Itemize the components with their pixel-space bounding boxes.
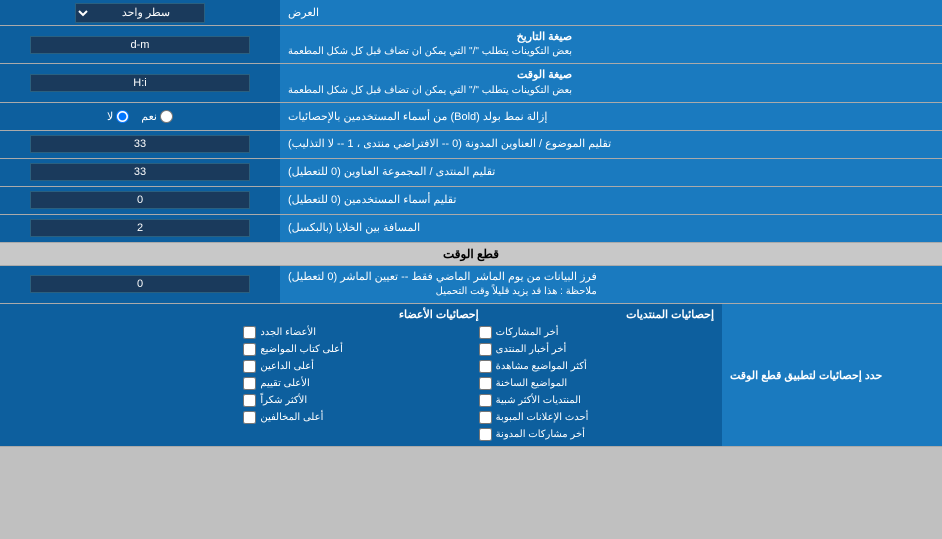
stat-col1-label-5: أحدث الإعلانات المبوبة <box>496 412 589 423</box>
stat-col1-item-2: أكثر المواضيع مشاهدة <box>479 359 714 374</box>
stat-col1-item-6: أخر مشاركات المدونة <box>479 427 714 442</box>
bold-radio-label: إزالة نمط بولد (Bold) من أسماء المستخدمي… <box>280 103 942 130</box>
date-format-sub: بعض التكوينات يتطلب "/" التي يمكن ان تضا… <box>288 45 572 59</box>
stat-col2-label-5: أعلى المخالفين <box>260 412 323 423</box>
stat-col2-cb-3[interactable] <box>243 377 256 390</box>
forum-per-page-row: تقليم المنتدى / المجموعة العناوين (0 للت… <box>0 159 942 187</box>
topics-per-page-row: تقليم الموضوع / العناوين المدونة (0 -- ا… <box>0 131 942 159</box>
cutoff-sub: ملاحظة : هذا قد يزيد قليلاً وقت التحميل <box>288 285 597 299</box>
cutoff-main: فرز البيانات من يوم الماشر الماضي فقط --… <box>288 270 597 285</box>
bold-radio-no[interactable] <box>116 110 129 123</box>
forum-per-page-input[interactable] <box>30 163 250 181</box>
cutoff-input-area <box>0 266 280 303</box>
date-format-input-area: d-m <box>0 26 280 63</box>
cutoff-label: فرز البيانات من يوم الماشر الماضي فقط --… <box>280 266 942 303</box>
stat-col2-cb-0[interactable] <box>243 326 256 339</box>
stat-col1-label-1: أخر أخبار المنتدى <box>496 344 567 355</box>
stats-col2-header: إحصائيات الأعضاء <box>243 308 478 323</box>
stats-col2: إحصائيات الأعضاء الأعضاء الجدد أعلى كتاب… <box>243 308 478 442</box>
stats-section-label: حدد إحصائيات لتطبيق قطع الوقت <box>722 304 942 446</box>
users-per-page-input[interactable] <box>30 191 250 209</box>
users-per-page-row: تقليم أسماء المستخدمين (0 للتعطيل) <box>0 187 942 215</box>
stat-col1-label-4: المنتديات الأكثر شبية <box>496 395 581 406</box>
stat-col2-cb-2[interactable] <box>243 360 256 373</box>
space-between-row: المسافة بين الخلايا (بالبكسل) <box>0 215 942 243</box>
stat-col2-label-1: أعلى كتاب المواضيع <box>260 344 343 355</box>
forum-per-page-label: تقليم المنتدى / المجموعة العناوين (0 للت… <box>280 159 942 186</box>
forum-per-page-input-area <box>0 159 280 186</box>
cutoff-row: فرز البيانات من يوم الماشر الماضي فقط --… <box>0 266 942 304</box>
cutoff-input[interactable] <box>30 275 250 293</box>
topics-per-page-input-area <box>0 131 280 158</box>
date-format-main: صيغة التاريخ <box>288 30 572 45</box>
space-between-input[interactable] <box>30 219 250 237</box>
date-format-row: صيغة التاريخ بعض التكوينات يتطلب "/" الت… <box>0 26 942 64</box>
stat-col2-label-2: أعلى الداعين <box>260 361 314 372</box>
stat-col2-item-0: الأعضاء الجدد <box>243 325 478 340</box>
bold-radio-yes-label[interactable]: نعم <box>141 110 173 123</box>
stat-col1-item-5: أحدث الإعلانات المبوبة <box>479 410 714 425</box>
stat-col2-label-3: الأعلى تقييم <box>260 378 309 389</box>
topics-per-page-input[interactable] <box>30 135 250 153</box>
stat-col1-cb-0[interactable] <box>479 326 492 339</box>
stat-col1-cb-4[interactable] <box>479 394 492 407</box>
stat-col2-item-4: الأكثر شكراً <box>243 393 478 408</box>
stat-col1-label-0: أخر المشاركات <box>496 327 559 338</box>
bold-radio-yes[interactable] <box>160 110 173 123</box>
time-format-input[interactable]: H:i <box>30 74 250 92</box>
time-format-sub: بعض التكوينات يتطلب "/" التي يمكن ان تضا… <box>288 84 572 98</box>
stat-col2-label-4: الأكثر شكراً <box>260 395 307 406</box>
top-label: العرض <box>280 0 942 25</box>
stat-col2-item-3: الأعلى تقييم <box>243 376 478 391</box>
stat-col2-cb-4[interactable] <box>243 394 256 407</box>
date-format-label: صيغة التاريخ بعض التكوينات يتطلب "/" الت… <box>280 26 942 63</box>
stat-col2-item-5: أعلى المخالفين <box>243 410 478 425</box>
stat-col1-item-0: أخر المشاركات <box>479 325 714 340</box>
stats-checkboxes-content: إحصائيات المنتديات أخر المشاركات أخر أخب… <box>0 304 722 446</box>
stat-col1-label-3: المواضيع الساخنة <box>496 378 568 389</box>
stats-col1: إحصائيات المنتديات أخر المشاركات أخر أخب… <box>479 308 714 442</box>
users-per-page-label: تقليم أسماء المستخدمين (0 للتعطيل) <box>280 187 942 214</box>
top-select-area: سطر واحد سطرين ثلاثة أسطر <box>0 0 280 25</box>
stat-col1-item-4: المنتديات الأكثر شبية <box>479 393 714 408</box>
bold-radio-no-text: لا <box>107 110 113 123</box>
stat-col2-item-1: أعلى كتاب المواضيع <box>243 342 478 357</box>
topics-per-page-label: تقليم الموضوع / العناوين المدونة (0 -- ا… <box>280 131 942 158</box>
stat-col1-label-6: أخر مشاركات المدونة <box>496 429 585 440</box>
stat-col1-cb-2[interactable] <box>479 360 492 373</box>
top-row: العرض سطر واحد سطرين ثلاثة أسطر <box>0 0 942 26</box>
stat-col1-item-1: أخر أخبار المنتدى <box>479 342 714 357</box>
bold-radio-yes-text: نعم <box>141 110 157 123</box>
time-format-main: صيغة الوقت <box>288 68 572 83</box>
time-format-row: صيغة الوقت بعض التكوينات يتطلب "/" التي … <box>0 64 942 102</box>
stat-col1-cb-3[interactable] <box>479 377 492 390</box>
stats-col3-empty <box>8 308 243 442</box>
stats-section: حدد إحصائيات لتطبيق قطع الوقت إحصائيات ا… <box>0 304 942 447</box>
stat-col2-cb-5[interactable] <box>243 411 256 424</box>
stat-col1-cb-5[interactable] <box>479 411 492 424</box>
bold-radio-input-area: نعم لا <box>0 103 280 130</box>
stat-col1-cb-6[interactable] <box>479 428 492 441</box>
stat-col1-label-2: أكثر المواضيع مشاهدة <box>496 361 587 372</box>
space-between-input-area <box>0 215 280 242</box>
time-format-label: صيغة الوقت بعض التكوينات يتطلب "/" التي … <box>280 64 942 101</box>
users-per-page-input-area <box>0 187 280 214</box>
stat-col1-item-3: المواضيع الساخنة <box>479 376 714 391</box>
stat-col2-cb-1[interactable] <box>243 343 256 356</box>
stats-col1-header: إحصائيات المنتديات <box>479 308 714 323</box>
stat-col1-cb-1[interactable] <box>479 343 492 356</box>
space-between-label: المسافة بين الخلايا (بالبكسل) <box>280 215 942 242</box>
stat-col2-item-2: أعلى الداعين <box>243 359 478 374</box>
display-select[interactable]: سطر واحد سطرين ثلاثة أسطر <box>75 3 205 23</box>
stat-col2-label-0: الأعضاء الجدد <box>260 327 316 338</box>
bold-radio-no-label[interactable]: لا <box>107 110 129 123</box>
time-format-input-area: H:i <box>0 64 280 101</box>
bold-radio-row: إزالة نمط بولد (Bold) من أسماء المستخدمي… <box>0 103 942 131</box>
date-format-input[interactable]: d-m <box>30 36 250 54</box>
cutoff-section-header: قطع الوقت <box>0 243 942 266</box>
